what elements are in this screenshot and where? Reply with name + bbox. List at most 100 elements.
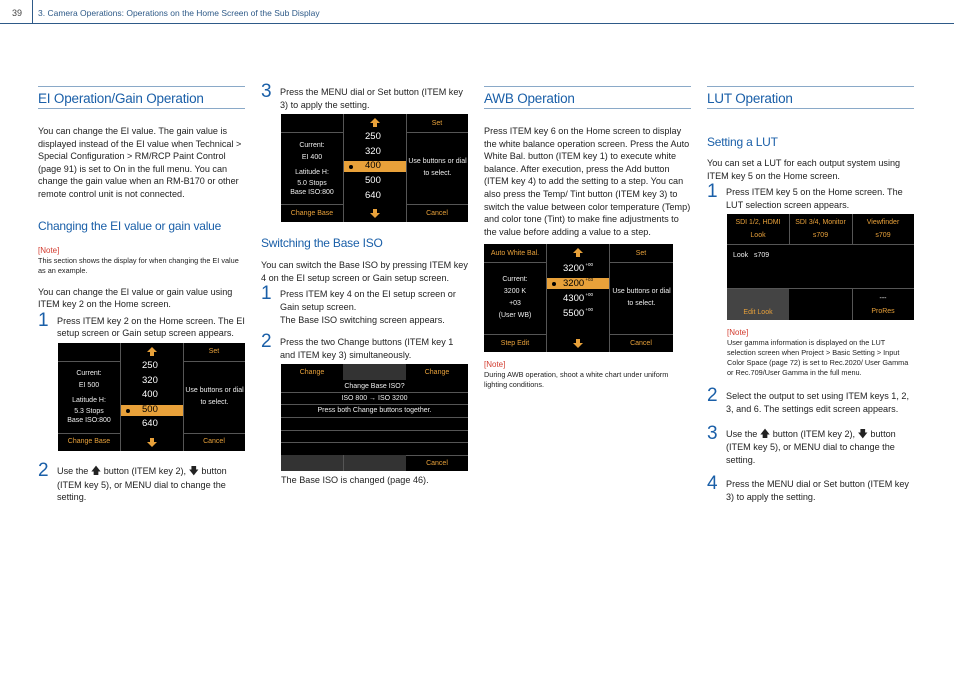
step-1: 1 Press ITEM key 2 on the Home screen. T… — [38, 310, 245, 340]
note-text: During AWB operation, shoot a white char… — [484, 370, 669, 390]
cancel-button[interactable]: Cancel — [406, 455, 468, 471]
change-base-button[interactable]: Change Base — [281, 204, 343, 222]
value-option[interactable]: 3200 +00 — [563, 262, 593, 274]
cancel-button[interactable]: Cancel — [609, 334, 673, 352]
column-base-iso: 3 Press the MENU dial or Set button (ITE… — [261, 82, 468, 487]
value-option[interactable]: 3200 +03 — [563, 277, 593, 289]
step-text: Press ITEM key 2 on the Home screen. The… — [57, 315, 245, 339]
value-option[interactable]: 250 — [142, 360, 158, 371]
set-button[interactable]: Set — [406, 114, 468, 132]
value-option[interactable]: 400 — [365, 160, 381, 171]
step-edit-button[interactable]: Step Edit — [484, 334, 546, 352]
base-iso: Base ISO:800 — [67, 417, 111, 425]
lut-body: You can set a LUT for each output system… — [707, 158, 901, 181]
set-button[interactable]: Set — [609, 244, 673, 262]
step-number: 1 — [261, 283, 272, 305]
blank-key — [343, 364, 406, 381]
instruction-text: Press both Change buttons together. — [317, 407, 432, 415]
step-number: 2 — [707, 385, 718, 407]
up-arrow-icon[interactable] — [573, 248, 583, 258]
step-3: 3 Press the MENU dial or Set button (ITE… — [261, 82, 468, 111]
iso-transition: ISO 800 → ISO 3200 — [341, 394, 408, 402]
step-text: Press the MENU dial or Set button (ITEM … — [726, 479, 909, 502]
change-question: Change Base ISO? — [344, 382, 405, 390]
header-divider — [32, 0, 33, 24]
change-right-button[interactable]: Change — [406, 364, 468, 380]
subtitle-setting-lut: Setting a LUT — [707, 135, 778, 149]
current-value: EI 500 — [78, 382, 100, 390]
cancel-button[interactable]: Cancel — [406, 204, 468, 222]
ei-setup-screen-applied: Set Current: EI 400 Latitude H: 5.0 Stop… — [281, 114, 468, 223]
note-lut: [Note] User gamma information is display… — [727, 328, 914, 378]
step-number: 4 — [707, 473, 718, 495]
ei-intro: You can change the EI value. The gain va… — [38, 126, 242, 199]
up-arrow-icon[interactable] — [370, 118, 380, 128]
page-number: 39 — [12, 8, 23, 18]
value-option[interactable]: 500 — [142, 404, 158, 415]
change-left-button[interactable]: Change — [281, 364, 343, 380]
up-arrow-icon[interactable] — [147, 346, 157, 356]
selected-dot-icon — [126, 408, 130, 413]
step-1: 1 Press ITEM key 5 on the Home screen. T… — [707, 182, 914, 211]
hint-text: Use buttons or dial to select. — [185, 386, 244, 406]
step-4: 4 Press the MENU dial or Set button (ITE… — [707, 474, 914, 503]
note-text: User gamma information is displayed on t… — [727, 338, 909, 378]
section-title-awb: AWB Operation — [484, 86, 691, 109]
section-title-lut: LUT Operation — [707, 86, 914, 109]
step-number: 2 — [261, 331, 272, 353]
column-awb-operation: AWB Operation Press ITEM key 6 on the Ho… — [484, 86, 691, 390]
blank-key — [343, 455, 406, 472]
set-button[interactable]: Set — [183, 343, 245, 361]
value-option[interactable]: 5500 +00 — [563, 307, 593, 319]
step-text: Press the MENU dial or Set button (ITEM … — [280, 87, 463, 110]
edit-look-button[interactable]: Edit Look — [727, 289, 789, 321]
step-3: 3 Use the 🡅 button (ITEM key 2), 🡇 butto… — [707, 423, 914, 467]
down-arrow-icon[interactable] — [573, 339, 583, 349]
cancel-button[interactable]: Cancel — [183, 433, 245, 451]
hint-text: Use buttons or dial to select. — [408, 158, 467, 178]
value-option[interactable]: 4300 +00 — [563, 292, 593, 304]
step-result: The Base ISO switching screen appears. — [280, 314, 445, 325]
awb-body: Press ITEM key 6 on the Home screen to d… — [484, 126, 691, 237]
chapter-title[interactable]: 3. Camera Operations: Operations on the … — [38, 8, 320, 18]
value-option[interactable]: 400 — [142, 389, 158, 400]
base-iso-switch-screen: Change Change Change Base ISO? ISO 800 →… — [281, 364, 468, 472]
down-arrow-icon[interactable] — [147, 437, 157, 447]
value-option[interactable]: 250 — [365, 131, 381, 142]
note-awb: [Note] During AWB operation, shoot a whi… — [484, 360, 691, 390]
step-number: 1 — [38, 309, 49, 331]
change-base-button[interactable]: Change Base — [58, 433, 120, 451]
note-ei: [Note] This section shows the display fo… — [38, 246, 245, 276]
current-label: Current: — [502, 276, 528, 284]
value-option[interactable]: 320 — [142, 375, 158, 386]
down-arrow-icon[interactable] — [370, 209, 380, 219]
current-temp: 3200 K — [503, 288, 527, 296]
up-arrow-icon: 🡅 — [90, 465, 102, 477]
output-sdi34-monitor[interactable]: SDI 3/4, Monitor s709 — [789, 214, 852, 244]
value-option[interactable]: 320 — [365, 146, 381, 157]
hint-text: Use buttons or dial to select. — [612, 288, 671, 308]
step-number: 1 — [707, 181, 718, 203]
output-viewfinder[interactable]: Viewfinder s709 — [852, 214, 914, 244]
current-label: Current: — [299, 141, 325, 149]
prores-button[interactable]: --- ProRes — [852, 289, 914, 320]
auto-white-bal-button[interactable]: Auto White Bal. — [484, 244, 546, 262]
subtitle-base-iso: Switching the Base ISO — [261, 236, 383, 251]
step-text: Use the 🡅 button (ITEM key 2), 🡇 button … — [726, 428, 896, 465]
output-sdi12-hdmi[interactable]: SDI 1/2, HDMI Look — [727, 214, 789, 244]
value-option[interactable]: 640 — [142, 418, 158, 429]
step-text: Use the 🡅 button (ITEM key 2), 🡇 button … — [57, 465, 227, 503]
ei-setup-screen: Set Current: EI 500 Latitude H: 5.3 Stop… — [58, 342, 245, 451]
down-arrow-icon: 🡇 — [857, 428, 868, 440]
current-label: Current: — [76, 370, 102, 378]
down-arrow-icon: 🡇 — [188, 465, 199, 477]
value-option[interactable]: 640 — [365, 190, 381, 201]
column-lut-operation: LUT Operation Setting a LUT You can set … — [707, 86, 914, 504]
step-2: 2 Press the two Change buttons (ITEM key… — [261, 332, 468, 361]
step-text: Press ITEM key 4 on the EI setup screen … — [280, 289, 456, 312]
lut-selection-screen: SDI 1/2, HDMI Look SDI 3/4, Monitor s709… — [727, 214, 914, 321]
value-option[interactable]: 500 — [365, 175, 381, 186]
note-text: This section shows the display for when … — [38, 255, 239, 275]
latitude-stops: 5.0 Stops — [297, 179, 327, 187]
section-title-ei: EI Operation/Gain Operation — [38, 86, 245, 109]
